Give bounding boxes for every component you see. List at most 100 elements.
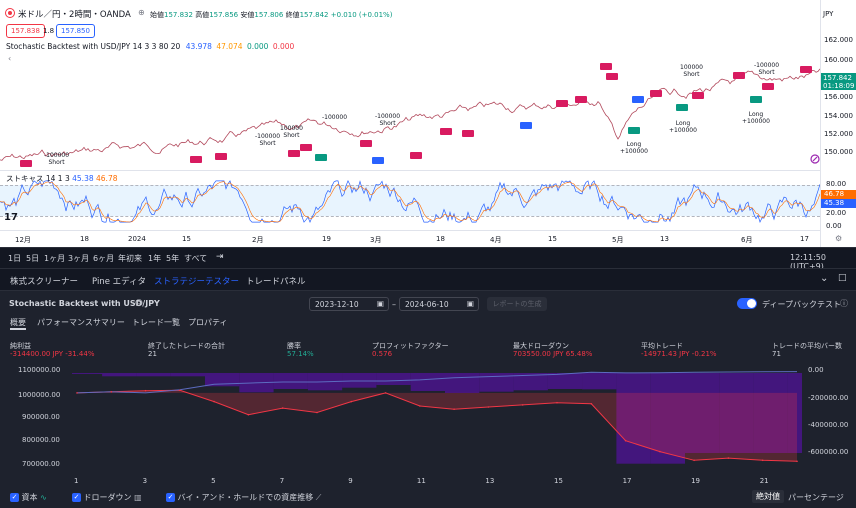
trade-marker[interactable]: [315, 154, 327, 161]
trade-marker[interactable]: [372, 157, 384, 164]
price-chart[interactable]: 米ドル／円・2時間・OANDA ⊕ 始値157.832 高値157.856 安値…: [0, 0, 856, 247]
trade-marker[interactable]: [556, 100, 568, 107]
time-axis[interactable]: [0, 230, 820, 247]
percentage-toggle[interactable]: パーセンテージ: [788, 492, 844, 503]
trade-marker[interactable]: [20, 160, 32, 167]
settings-gear-icon[interactable]: ⚙: [835, 234, 842, 243]
trade-marker[interactable]: [600, 63, 612, 70]
pane-divider[interactable]: [0, 170, 820, 171]
drawdown-bar[interactable]: [547, 373, 583, 389]
equity-point[interactable]: [419, 405, 421, 407]
buy-button[interactable]: 157.850: [56, 24, 95, 38]
trade-marker[interactable]: [360, 140, 372, 147]
range-5y[interactable]: 5年: [166, 253, 179, 264]
range-6m[interactable]: 6ヶ月: [93, 253, 114, 264]
range-3m[interactable]: 3ヶ月: [68, 253, 89, 264]
equity-point[interactable]: [796, 460, 798, 463]
equity-point[interactable]: [727, 457, 730, 459]
range-5d[interactable]: 5日: [26, 253, 39, 264]
trade-marker[interactable]: [288, 150, 300, 157]
drawdown-bar[interactable]: [342, 373, 377, 388]
drawdown-bar[interactable]: [582, 373, 617, 390]
equity-point[interactable]: [761, 459, 764, 462]
equity-chart[interactable]: [72, 369, 802, 469]
compare-icon[interactable]: ⊕: [138, 8, 145, 17]
trade-marker[interactable]: [462, 130, 474, 137]
drawdown-bar[interactable]: [273, 373, 308, 389]
range-1m[interactable]: 1ヶ月: [44, 253, 65, 264]
equity-point[interactable]: [144, 389, 147, 392]
equity-point[interactable]: [693, 459, 695, 462]
equity-point[interactable]: [384, 392, 387, 394]
equity-point[interactable]: [521, 404, 524, 406]
trade-marker[interactable]: [628, 127, 640, 134]
equity-point[interactable]: [350, 400, 353, 403]
trade-marker[interactable]: [632, 96, 644, 103]
trade-marker[interactable]: [676, 104, 688, 111]
trade-marker[interactable]: [800, 66, 812, 73]
date-from-input[interactable]: 2023-12-10 ▣: [309, 297, 389, 311]
legend-drawdown[interactable]: ✓ ドローダウン ▥: [72, 492, 142, 503]
subtab-overview[interactable]: 概要: [10, 317, 26, 328]
subtab-performance[interactable]: パフォーマンスサマリー: [37, 317, 125, 328]
maximize-icon[interactable]: □: [838, 273, 847, 283]
trade-marker[interactable]: [215, 153, 227, 160]
trade-annotation: -100000 Short: [375, 113, 401, 127]
legend-equity[interactable]: ✓ 資本 ∿: [10, 492, 47, 503]
deep-backtest-toggle[interactable]: [737, 298, 757, 309]
range-1y[interactable]: 1年: [148, 253, 161, 264]
trade-marker[interactable]: [410, 152, 422, 159]
drawdown-bar[interactable]: [102, 373, 137, 377]
alert-icon[interactable]: [810, 154, 820, 166]
equity-point[interactable]: [76, 392, 78, 394]
trade-marker[interactable]: [762, 83, 774, 90]
minimize-icon[interactable]: ⌄: [820, 273, 828, 284]
equity-point[interactable]: [659, 450, 661, 453]
equity-point[interactable]: [316, 411, 318, 414]
drawdown-bar[interactable]: [376, 373, 411, 385]
range-1d[interactable]: 1日: [8, 253, 21, 264]
equity-point[interactable]: [247, 413, 250, 416]
sell-button[interactable]: 157.838: [6, 24, 45, 38]
legend-buy-hold[interactable]: ✓ バイ・アンド・ホールドでの資産推移 ⟋: [166, 492, 321, 503]
tab-trade-panel[interactable]: トレードパネル: [246, 275, 306, 287]
tab-strategy-tester[interactable]: ストラテジーテスター: [154, 275, 239, 287]
info-icon[interactable]: ⓘ: [840, 298, 848, 309]
trade-marker[interactable]: [692, 92, 704, 99]
generate-report-button[interactable]: レポートの生成: [487, 297, 547, 311]
drawdown-bar[interactable]: [136, 373, 171, 377]
drawdown-bar[interactable]: [410, 373, 445, 391]
equity-point[interactable]: [624, 439, 627, 442]
tab-pine-editor[interactable]: Pine エディタ: [92, 275, 146, 287]
trade-marker[interactable]: [440, 128, 452, 135]
equity-point[interactable]: [213, 400, 215, 403]
date-to-input[interactable]: 2024-06-10 ▣: [399, 297, 479, 311]
subtab-properties[interactable]: プロパティ: [188, 317, 228, 328]
trade-marker[interactable]: [190, 156, 202, 163]
drawdown-bar[interactable]: [170, 373, 205, 377]
trade-marker[interactable]: [733, 72, 745, 79]
trade-marker[interactable]: [520, 122, 532, 129]
equity-point[interactable]: [453, 408, 455, 410]
trade-marker[interactable]: [650, 90, 662, 97]
symbol-title[interactable]: 米ドル／円・2時間・OANDA: [18, 8, 131, 20]
tab-stock-screener[interactable]: 株式スクリーナー: [10, 275, 78, 287]
absolute-toggle[interactable]: 絶対値: [752, 490, 784, 503]
drawdown-bar[interactable]: [445, 373, 480, 393]
equity-point[interactable]: [487, 406, 490, 408]
range-all[interactable]: すべて: [184, 253, 207, 264]
equity-point[interactable]: [590, 403, 593, 405]
date-range-icon[interactable]: ⇥: [216, 252, 224, 262]
range-ytd[interactable]: 年初来: [118, 253, 142, 264]
strategy-settings-icon[interactable]: ◎: [135, 298, 143, 308]
trade-marker[interactable]: [750, 96, 762, 103]
equity-point[interactable]: [556, 401, 558, 404]
equity-point[interactable]: [281, 407, 284, 409]
equity-point[interactable]: [110, 391, 113, 393]
trade-marker[interactable]: [575, 96, 587, 103]
drawdown-bar[interactable]: [72, 373, 103, 374]
subtab-trade-list[interactable]: トレード一覧: [132, 317, 180, 328]
trade-marker[interactable]: [300, 144, 312, 151]
equity-point[interactable]: [179, 389, 181, 392]
trade-marker[interactable]: [606, 73, 618, 80]
